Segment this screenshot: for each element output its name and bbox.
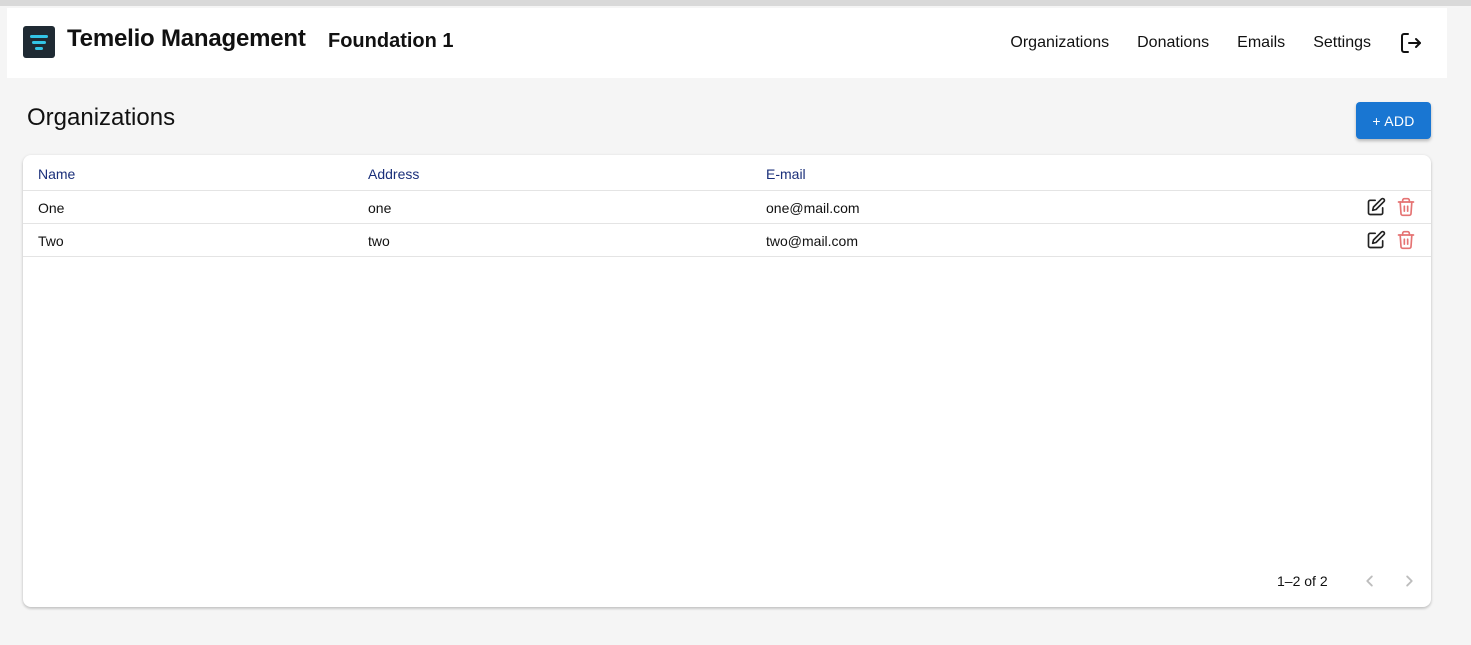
cell-email: one@mail.com xyxy=(766,200,860,216)
cell-email: two@mail.com xyxy=(766,233,859,249)
chevron-left-icon[interactable] xyxy=(1359,570,1381,592)
browser-top-strip xyxy=(0,0,1471,6)
table-header: Name Address E-mail xyxy=(23,155,1431,191)
edit-icon[interactable] xyxy=(1366,197,1386,217)
nav-emails[interactable]: Emails xyxy=(1237,34,1285,52)
delete-icon[interactable] xyxy=(1396,197,1416,217)
add-organization-button[interactable]: + ADD xyxy=(1356,102,1431,139)
app-brand-title[interactable]: Temelio Management xyxy=(67,25,306,53)
column-header-email[interactable]: E-mail xyxy=(766,166,806,182)
nav-donations[interactable]: Donations xyxy=(1137,34,1209,52)
cell-name: One xyxy=(38,200,65,216)
foundation-name: Foundation 1 xyxy=(328,30,454,52)
column-header-address[interactable]: Address xyxy=(368,166,419,182)
pagination-info: 1–2 of 2 xyxy=(1277,573,1328,589)
main-nav: Organizations Donations Emails Settings xyxy=(1010,8,1447,78)
cell-name: Two xyxy=(38,233,64,249)
delete-icon[interactable] xyxy=(1396,230,1416,250)
temelio-logo-icon[interactable] xyxy=(23,26,55,58)
organizations-table-card: Name Address E-mail One one one@mail.com… xyxy=(23,155,1431,607)
table-pagination: 1–2 of 2 xyxy=(23,555,1431,605)
edit-icon[interactable] xyxy=(1366,230,1386,250)
nav-organizations[interactable]: Organizations xyxy=(1010,34,1109,52)
logout-icon[interactable] xyxy=(1399,31,1423,55)
chevron-right-icon[interactable] xyxy=(1398,570,1420,592)
page-title: Organizations xyxy=(27,104,176,131)
table-row[interactable]: Two two two@mail.com xyxy=(23,224,1431,257)
cell-address: two xyxy=(368,233,390,249)
cell-address: one xyxy=(368,200,392,216)
nav-settings[interactable]: Settings xyxy=(1313,34,1371,52)
app-header: Temelio Management Foundation 1 Organiza… xyxy=(7,8,1447,78)
column-header-name[interactable]: Name xyxy=(38,166,75,182)
table-row[interactable]: One one one@mail.com xyxy=(23,191,1431,224)
